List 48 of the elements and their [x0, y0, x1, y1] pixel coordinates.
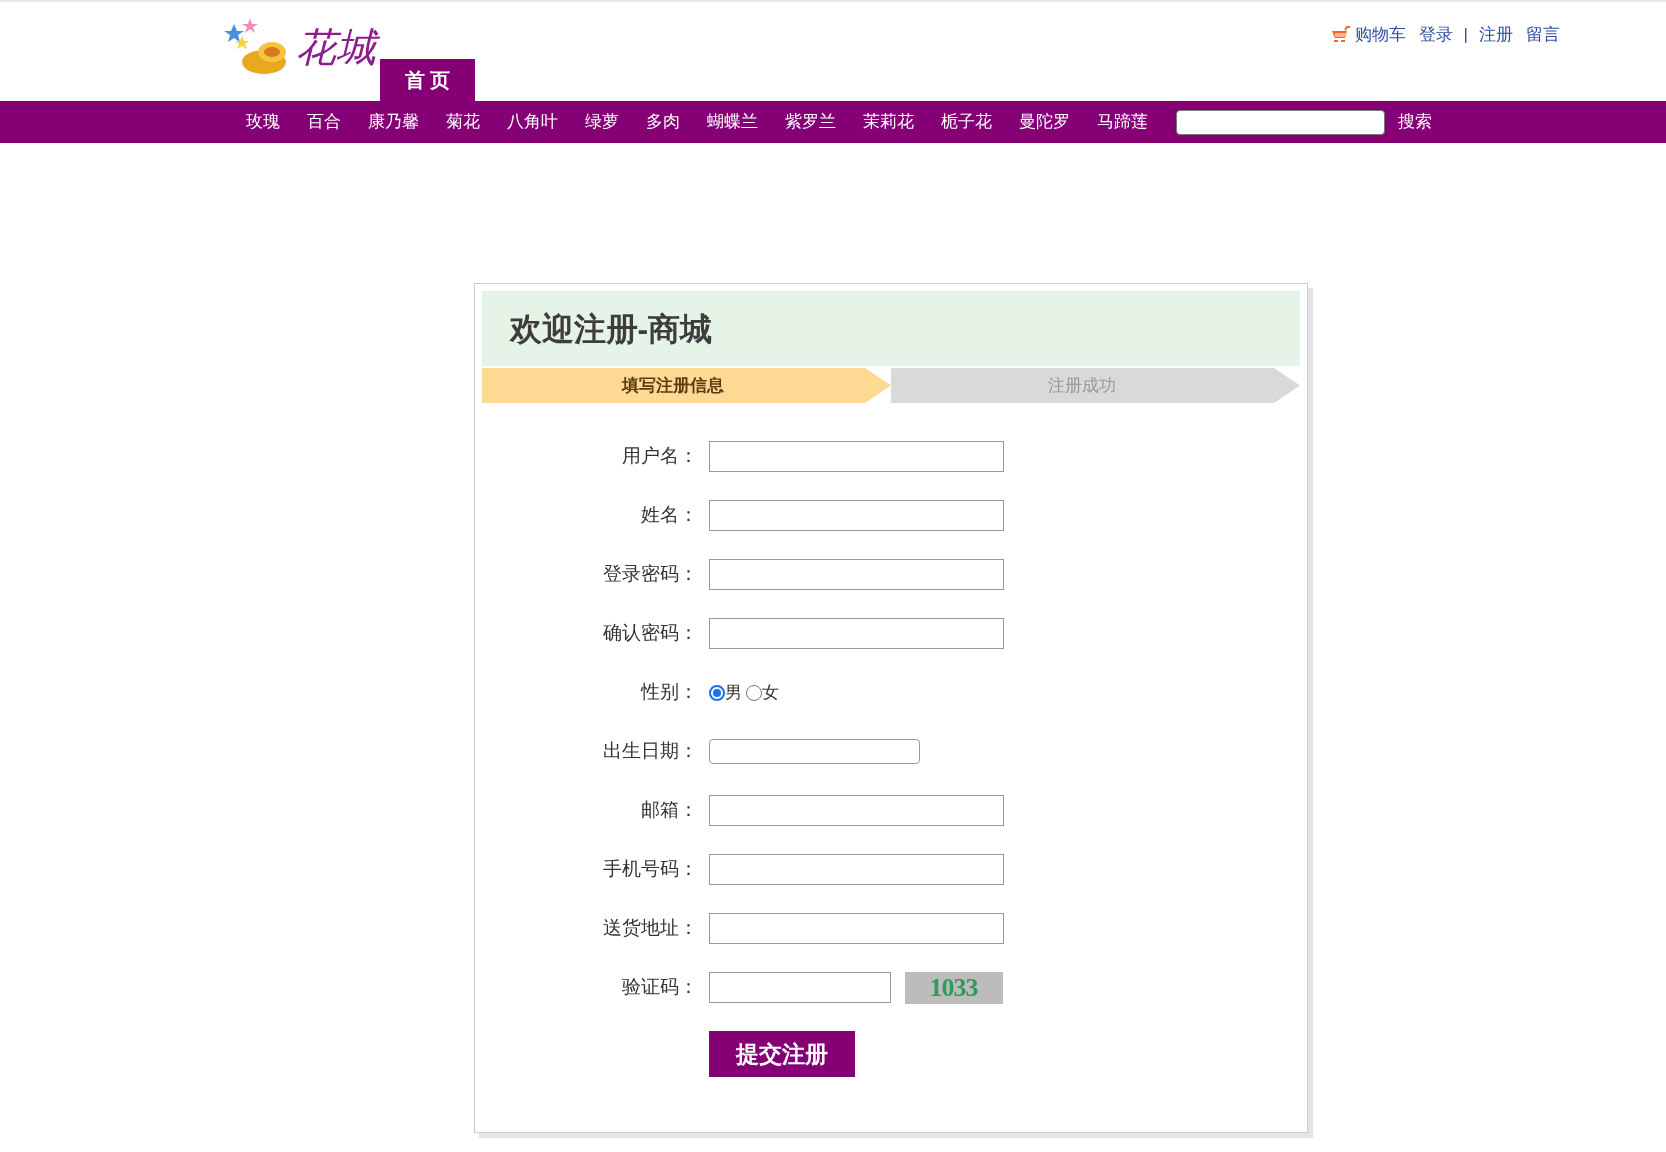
- nav-item[interactable]: 茉莉花: [863, 109, 914, 135]
- date-field[interactable]: [708, 739, 920, 764]
- radio-label: 男: [724, 681, 742, 704]
- field-label: 性别：: [639, 680, 699, 705]
- top-link[interactable]: 注册: [1479, 22, 1513, 48]
- text-field[interactable]: [708, 441, 1004, 472]
- field-label: 用户名：: [620, 444, 699, 469]
- search-field[interactable]: [1176, 109, 1385, 135]
- nav-item[interactable]: 玫瑰: [246, 109, 280, 135]
- submit-button[interactable]: 提交注册: [708, 1031, 855, 1077]
- field-label: 邮箱：: [639, 798, 699, 823]
- text-field[interactable]: [708, 795, 1004, 826]
- text-field[interactable]: [708, 500, 1004, 531]
- top-link[interactable]: 登录: [1418, 22, 1453, 48]
- text-field[interactable]: [708, 559, 1004, 590]
- radio-label: 女: [761, 681, 779, 704]
- field-label: 送货地址：: [601, 916, 699, 941]
- field-label: 出生日期：: [601, 739, 699, 764]
- nav-item[interactable]: 紫罗兰: [785, 109, 836, 135]
- nav-item[interactable]: 多肉: [646, 109, 680, 135]
- text-field[interactable]: [708, 618, 1004, 649]
- cart-link[interactable]: 购物车: [1354, 22, 1406, 48]
- field-label: 确认密码：: [601, 621, 699, 646]
- captcha-field[interactable]: [708, 972, 891, 1003]
- step-arrow-icon: [1273, 368, 1300, 403]
- radio-button[interactable]: [708, 684, 725, 701]
- top-link[interactable]: 留言: [1526, 22, 1560, 48]
- search-button[interactable]: 搜索: [1398, 109, 1432, 135]
- field-label: 验证码：: [620, 975, 699, 1000]
- text-field[interactable]: [708, 913, 1004, 944]
- nav-item[interactable]: 绿萝: [585, 109, 619, 135]
- text-field[interactable]: [708, 854, 1004, 885]
- nav-item[interactable]: 康乃馨: [368, 109, 419, 135]
- nav-item[interactable]: 百合: [307, 109, 341, 135]
- nav-item[interactable]: 栀子花: [941, 109, 992, 135]
- nav-item[interactable]: 蝴蝶兰: [707, 109, 758, 135]
- home-tab[interactable]: 首 页: [380, 59, 475, 101]
- field-label: 登录密码：: [601, 562, 699, 587]
- nav-item[interactable]: 八角叶: [507, 109, 558, 135]
- nav-item[interactable]: 马蹄莲: [1097, 109, 1148, 135]
- step-arrow-icon: [864, 368, 891, 403]
- field-label: 手机号码：: [601, 857, 699, 882]
- separator: |: [1463, 24, 1468, 46]
- nav-item[interactable]: 曼陀罗: [1019, 109, 1070, 135]
- nav-item[interactable]: 菊花: [446, 109, 480, 135]
- cart-icon: [1330, 25, 1351, 44]
- form-title: 欢迎注册-商城: [509, 309, 713, 349]
- field-label: 姓名：: [639, 503, 699, 528]
